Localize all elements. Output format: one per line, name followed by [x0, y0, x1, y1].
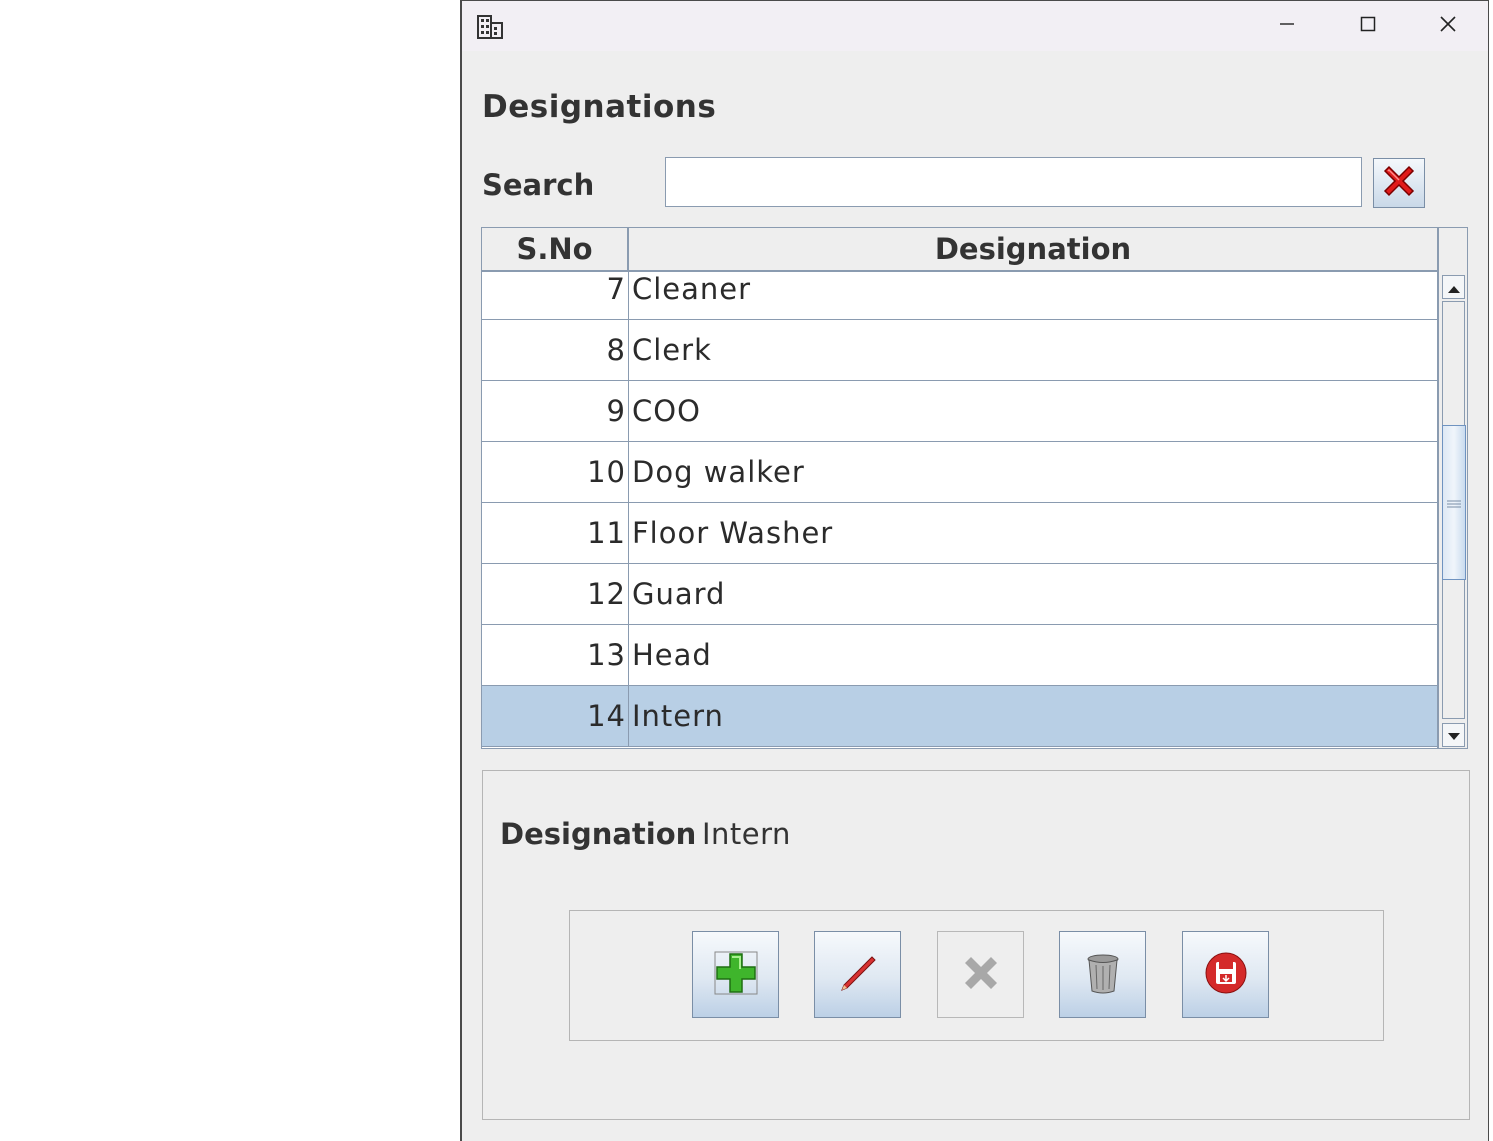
close-icon: [1439, 15, 1457, 37]
table-row[interactable]: 7 Cleaner: [482, 272, 1437, 320]
detail-designation-value: Intern: [702, 817, 791, 851]
building-icon: [477, 15, 503, 39]
column-header-designation[interactable]: Designation: [629, 228, 1439, 270]
maximize-button[interactable]: [1348, 9, 1388, 43]
column-header-sno[interactable]: S.No: [482, 228, 629, 270]
cell-sno: 12: [482, 564, 629, 624]
cell-designation: COO: [632, 394, 701, 428]
designations-table: S.No Designation 7 Cleaner 8 Clerk 9 COO 10 Dog…: [481, 227, 1468, 749]
page-title: Designations: [482, 89, 717, 125]
scroll-down-button[interactable]: [1442, 723, 1465, 747]
cell-sno: 11: [482, 503, 629, 563]
title-bar: [462, 1, 1488, 51]
search-input[interactable]: [665, 157, 1362, 207]
cell-designation: Clerk: [632, 333, 712, 367]
search-label: Search: [482, 168, 595, 202]
cell-sno: 7: [482, 272, 629, 319]
action-button-group: [569, 910, 1384, 1041]
table-row[interactable]: 9 COO: [482, 381, 1437, 442]
table-row[interactable]: 12 Guard: [482, 564, 1437, 625]
detail-designation-label: Designation: [500, 817, 697, 851]
table-body: 7 Cleaner 8 Clerk 9 COO 10 Dog walker 11 Floor Wa…: [482, 272, 1439, 748]
designations-window: Designations Search S.No Designation 7 Cl…: [460, 0, 1489, 1141]
cell-designation: Dog walker: [632, 455, 805, 489]
save-disk-icon: [1204, 951, 1248, 999]
cell-designation: Floor Washer: [632, 516, 834, 550]
cell-sno: 14: [482, 686, 629, 746]
edit-button[interactable]: [814, 931, 901, 1018]
arrow-down-icon: [1447, 726, 1460, 745]
cell-designation: Guard: [632, 577, 726, 611]
cell-sno: 9: [482, 381, 629, 441]
scroll-thumb[interactable]: [1442, 425, 1466, 580]
cell-sno: 13: [482, 625, 629, 685]
detail-panel: Designation Intern: [482, 770, 1470, 1120]
cell-sno: 8: [482, 320, 629, 380]
table-row[interactable]: 11 Floor Washer: [482, 503, 1437, 564]
cell-sno: 10: [482, 442, 629, 502]
red-x-icon: [1379, 161, 1419, 205]
trash-icon: [1083, 951, 1123, 999]
minimize-icon: [1279, 16, 1295, 36]
minimize-button[interactable]: [1267, 9, 1307, 43]
scroll-up-button[interactable]: [1442, 275, 1465, 299]
add-button[interactable]: [692, 931, 779, 1018]
cancel-button[interactable]: [937, 931, 1024, 1018]
close-button[interactable]: [1428, 9, 1468, 43]
arrow-up-icon: [1447, 278, 1460, 297]
vertical-scrollbar[interactable]: [1440, 273, 1467, 748]
grey-x-icon: [960, 952, 1002, 998]
add-plus-icon: [713, 950, 759, 1000]
table-row[interactable]: 10 Dog walker: [482, 442, 1437, 503]
table-row[interactable]: 14 Intern: [482, 686, 1437, 747]
save-button[interactable]: [1182, 931, 1269, 1018]
delete-button[interactable]: [1059, 931, 1146, 1018]
grip-icon: [1447, 493, 1461, 512]
table-header: S.No Designation: [482, 228, 1439, 272]
maximize-icon: [1360, 16, 1376, 36]
pencil-icon: [836, 951, 880, 999]
table-row[interactable]: 8 Clerk: [482, 320, 1437, 381]
clear-search-button[interactable]: [1373, 158, 1425, 208]
cell-designation: Intern: [632, 699, 724, 733]
table-row[interactable]: 13 Head: [482, 625, 1437, 686]
cell-designation: Cleaner: [632, 272, 752, 306]
cell-designation: Head: [632, 638, 712, 672]
